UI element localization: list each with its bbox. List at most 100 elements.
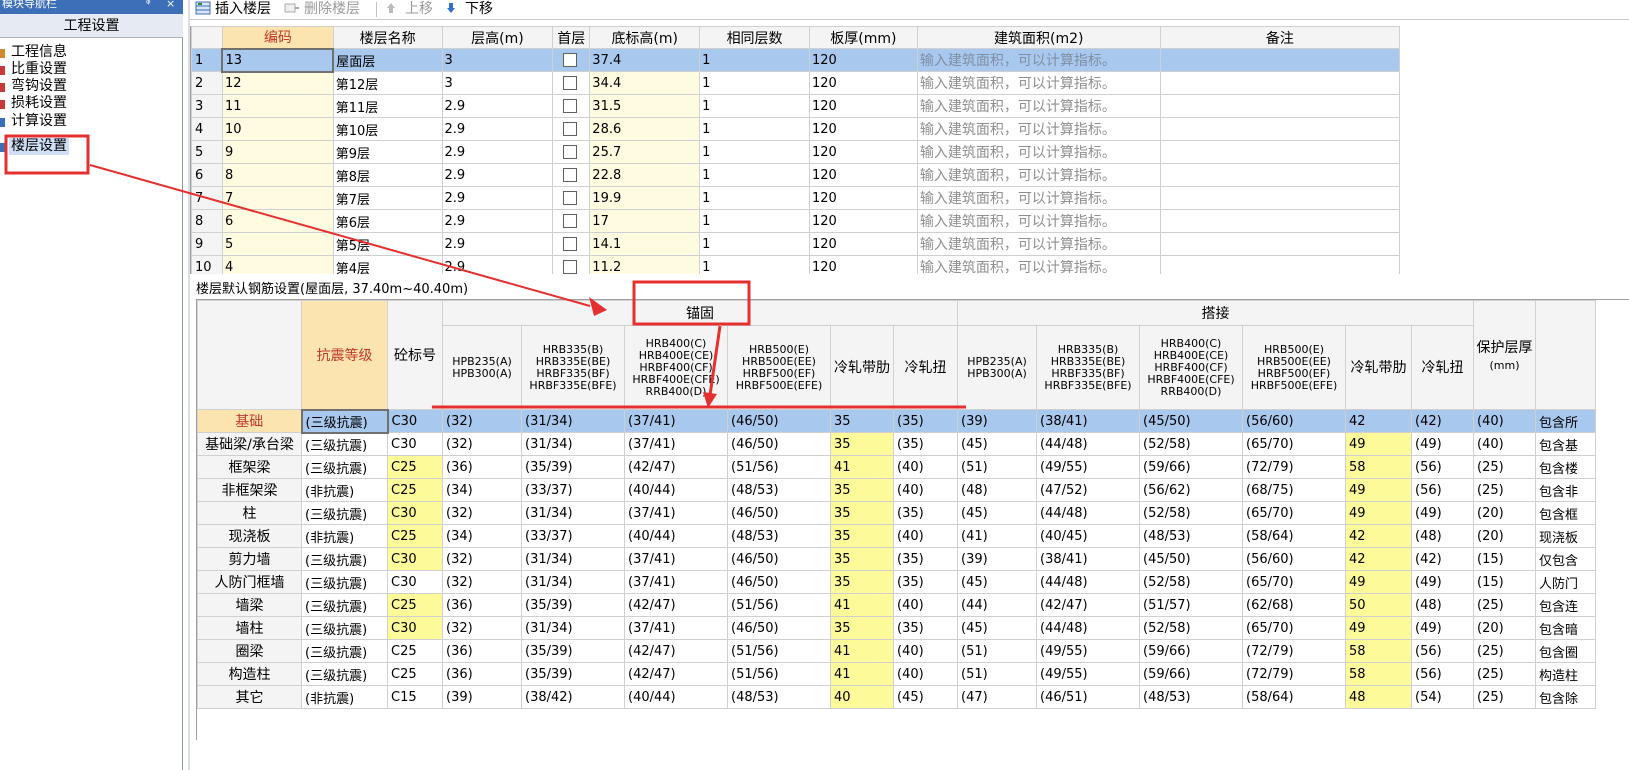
lap-cell[interactable]: (65/70) [1242, 616, 1346, 640]
bottom-elevation-cell[interactable]: 11.2 [589, 255, 701, 274]
header-steel-grade[interactable]: HRB400(C) HRB400E(CE) HRBF400(CF) HRBF40… [624, 325, 728, 410]
anchorage-cell[interactable]: (35) [893, 616, 958, 640]
rebar-row[interactable]: 构造柱 (三级抗震) C25 (36) (35/39) (42/47) (51/56) 41(… [197, 662, 1596, 686]
anchorage-cell[interactable]: 35 [830, 616, 894, 640]
lap-cell[interactable]: (39) [957, 409, 1037, 433]
anchorage-cell[interactable]: 35 [830, 478, 894, 502]
floor-code-cell[interactable]: 9 [221, 140, 334, 164]
remark-cell[interactable] [1159, 163, 1400, 187]
building-area-cell[interactable]: 输入建筑面积，可以计算指标。 [916, 255, 1161, 274]
bottom-elevation-cell[interactable]: 25.7 [589, 140, 701, 164]
remark-cell[interactable] [1159, 140, 1400, 164]
remark-cell[interactable] [1159, 94, 1400, 118]
floor-row[interactable]: 3 11 第11层 2.9 31.5 1 120 输入建筑面积，可以计算指标。 [191, 94, 1400, 118]
same-floors-cell[interactable]: 1 [699, 163, 810, 187]
concrete-grade-cell[interactable]: C25 [387, 639, 443, 663]
rebar-row[interactable]: 非框架梁 (非抗震) C25 (34) (33/37) (40/44) (48/53) 35(… [197, 478, 1596, 502]
header-floor-height[interactable]: 层高(m) [441, 26, 554, 49]
building-area-cell[interactable]: 输入建筑面积，可以计算指标。 [916, 140, 1161, 164]
lap-cell[interactable]: (45/50) [1139, 547, 1243, 571]
floor-height-cell[interactable]: 3 [441, 48, 554, 72]
anchorage-cell[interactable]: (37/41) [624, 432, 728, 456]
lap-cell[interactable]: 48 [1345, 685, 1412, 709]
seismic-grade-cell[interactable]: (三级抗震) [301, 432, 388, 456]
lap-cell[interactable]: (49/55) [1036, 662, 1140, 686]
lap-cell[interactable]: (68/75) [1242, 478, 1346, 502]
cover-cell[interactable]: (20) [1473, 501, 1536, 525]
nav-item[interactable]: 比重设置 [0, 61, 183, 78]
lap-cell[interactable]: 50 [1345, 593, 1412, 617]
lap-cell[interactable]: (49/55) [1036, 455, 1140, 479]
header-same-floors[interactable]: 相同层数 [699, 26, 810, 49]
floor-row[interactable]: 6 8 第8层 2.9 22.8 1 120 输入建筑面积，可以计算指标。 [191, 163, 1400, 187]
move-down-button[interactable]: 下移 [445, 0, 493, 18]
anchorage-cell[interactable]: (40) [893, 455, 958, 479]
seismic-grade-cell[interactable]: (非抗震) [301, 524, 388, 548]
remark-cell[interactable] [1159, 48, 1400, 72]
header-steel-grade[interactable]: HRB335(B) HRB335E(BE) HRBF335(BF) HRBF33… [521, 325, 625, 410]
same-floors-cell[interactable]: 1 [699, 48, 810, 72]
lap-cell[interactable]: (45/50) [1139, 409, 1243, 433]
floor-name-cell[interactable]: 第12层 [332, 71, 443, 95]
lap-cell[interactable]: (40/45) [1036, 524, 1140, 548]
lap-cell[interactable]: (41) [957, 524, 1037, 548]
anchorage-cell[interactable]: (42/47) [624, 455, 728, 479]
anchorage-cell[interactable]: (31/34) [521, 570, 625, 594]
lap-cell[interactable]: (44/48) [1036, 432, 1140, 456]
nav-item[interactable]: 楼层设置 [0, 138, 183, 155]
anchorage-cell[interactable]: (31/34) [521, 547, 625, 571]
header-steel-grade[interactable]: HPB235(A) HPB300(A) [957, 325, 1037, 410]
rebar-row[interactable]: 剪力墙 (三级抗震) C30 (32) (31/34) (37/41) (46/50) 35(… [197, 547, 1596, 571]
anchorage-cell[interactable]: (37/41) [624, 501, 728, 525]
floor-name-cell[interactable]: 第11层 [332, 94, 443, 118]
same-floors-cell[interactable]: 1 [699, 94, 810, 118]
lap-cell[interactable]: (59/66) [1139, 662, 1243, 686]
insert-floor-button[interactable]: 插入楼层 [195, 0, 271, 18]
lap-cell[interactable]: (45) [957, 501, 1037, 525]
lap-cell[interactable]: (44/48) [1036, 570, 1140, 594]
anchorage-cell[interactable]: (46/50) [727, 547, 831, 571]
remark-cell[interactable] [1159, 209, 1400, 233]
anchorage-cell[interactable]: (36) [442, 662, 522, 686]
lap-cell[interactable]: (58/64) [1242, 524, 1346, 548]
remark-cell[interactable] [1159, 71, 1400, 95]
lap-cell[interactable]: (45) [957, 616, 1037, 640]
anchorage-cell[interactable]: (48/53) [727, 478, 831, 502]
rebar-row[interactable]: 其它 (非抗震) C15 (39) (38/42) (40/44) (48/53) 40 (45… [197, 685, 1596, 709]
header-steel-grade[interactable]: 冷轧带肋 [830, 325, 894, 410]
lap-cell[interactable]: (51/57) [1139, 593, 1243, 617]
floor-row[interactable]: 2 12 第12层 3 34.4 1 120 输入建筑面积，可以计算指标。 [191, 71, 1400, 95]
lap-cell[interactable]: 49 [1345, 616, 1412, 640]
slab-thickness-cell[interactable]: 120 [808, 232, 918, 256]
anchorage-cell[interactable]: (51/56) [727, 593, 831, 617]
seismic-grade-cell[interactable]: (三级抗震) [301, 501, 388, 525]
anchorage-cell[interactable]: (46/50) [727, 570, 831, 594]
lap-cell[interactable]: (46/51) [1036, 685, 1140, 709]
floor-height-cell[interactable]: 2.9 [441, 209, 554, 233]
anchorage-cell[interactable]: (40) [893, 662, 958, 686]
bottom-elevation-cell[interactable]: 22.8 [589, 163, 701, 187]
floor-name-cell[interactable]: 第5层 [332, 232, 443, 256]
rebar-row[interactable]: 人防门框墙 (三级抗震) C30 (32) (31/34) (37/41) (46/50) 3… [197, 570, 1596, 594]
seismic-grade-cell[interactable]: (非抗震) [301, 685, 388, 709]
anchorage-cell[interactable]: (31/34) [521, 616, 625, 640]
first-floor-checkbox[interactable] [563, 99, 578, 113]
lap-cell[interactable]: (48/53) [1139, 524, 1243, 548]
floor-name-cell[interactable]: 第8层 [332, 163, 443, 187]
slab-thickness-cell[interactable]: 120 [808, 255, 918, 274]
anchorage-cell[interactable]: (32) [442, 547, 522, 571]
floor-row[interactable]: 7 7 第7层 2.9 19.9 1 120 输入建筑面积，可以计算指标。 [191, 186, 1400, 210]
anchorage-cell[interactable]: (35) [893, 409, 958, 433]
remark-cell[interactable] [1159, 186, 1400, 210]
floor-code-cell[interactable]: 13 [221, 47, 335, 73]
anchorage-cell[interactable]: (48/53) [727, 685, 831, 709]
header-steel-grade[interactable]: HRB335(B) HRB335E(BE) HRBF335(BF) HRBF33… [1036, 325, 1140, 410]
concrete-grade-cell[interactable]: C30 [387, 547, 443, 571]
lap-cell[interactable]: 58 [1345, 455, 1412, 479]
anchorage-cell[interactable]: 41 [830, 593, 894, 617]
header-seismic-grade[interactable]: 抗震等级 [301, 300, 388, 410]
lap-cell[interactable]: (59/66) [1139, 639, 1243, 663]
same-floors-cell[interactable]: 1 [699, 117, 810, 141]
first-floor-checkbox[interactable] [563, 237, 578, 251]
building-area-cell[interactable]: 输入建筑面积，可以计算指标。 [916, 209, 1161, 233]
